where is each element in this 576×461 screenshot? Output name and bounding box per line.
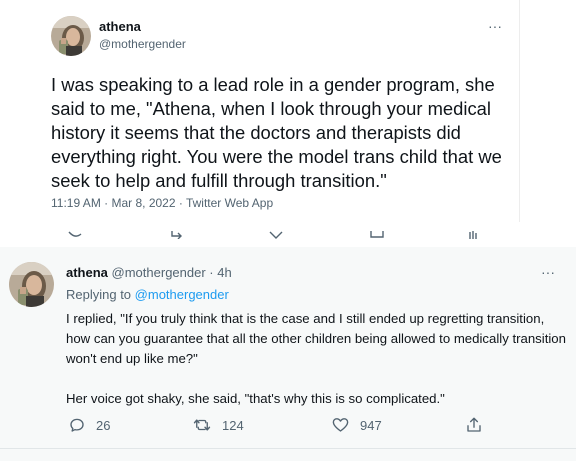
more-options-icon[interactable]: ··· [488,18,502,34]
retweet-icon[interactable] [170,226,184,244]
like-icon[interactable] [269,226,283,244]
reply-button[interactable]: 26 [68,415,110,435]
tweet-action-bar [0,226,576,240]
reply-paragraph: Her voice got shaky, she said, "that's w… [66,391,445,406]
analytics-icon[interactable] [468,226,478,244]
share-icon [467,417,481,432]
like-count: 947 [360,417,382,433]
reply-icon [70,418,84,432]
author-name[interactable]: athena [99,19,141,34]
retweet-count: 124 [222,417,244,433]
replying-to-label: Replying to [66,287,132,302]
author-handle[interactable]: @mothergender [112,265,206,280]
share-button[interactable] [465,415,493,435]
author-handle[interactable]: @mothergender [99,37,186,51]
reply-text: I replied, "If you truly think that is t… [66,309,566,409]
avatar[interactable] [51,16,91,56]
card-divider [519,0,520,222]
share-icon[interactable] [370,226,384,244]
more-options-icon[interactable]: ··· [541,264,555,280]
author-name[interactable]: athena [66,265,108,280]
retweet-icon [193,419,211,431]
replying-to: Replying to @mothergender [66,287,229,302]
reply-count: 26 [96,417,111,433]
retweet-button[interactable]: 124 [192,415,244,435]
tweet-timestamp[interactable]: 11:19 AM · Mar 8, 2022 · Twitter Web App [51,196,273,210]
like-button[interactable]: 947 [331,415,382,435]
reply-author-line: athena @mothergender · 4h [66,265,232,280]
heart-icon [332,418,349,432]
reply-icon[interactable] [68,226,82,244]
avatar[interactable] [9,262,54,307]
replying-to-link[interactable]: @mothergender [135,287,229,302]
card-divider [0,448,576,449]
tweet-time[interactable]: · 4h [209,265,231,280]
reply-paragraph: I replied, "If you truly think that is t… [66,311,566,366]
tweet-text: I was speaking to a lead role in a gende… [51,74,502,191]
